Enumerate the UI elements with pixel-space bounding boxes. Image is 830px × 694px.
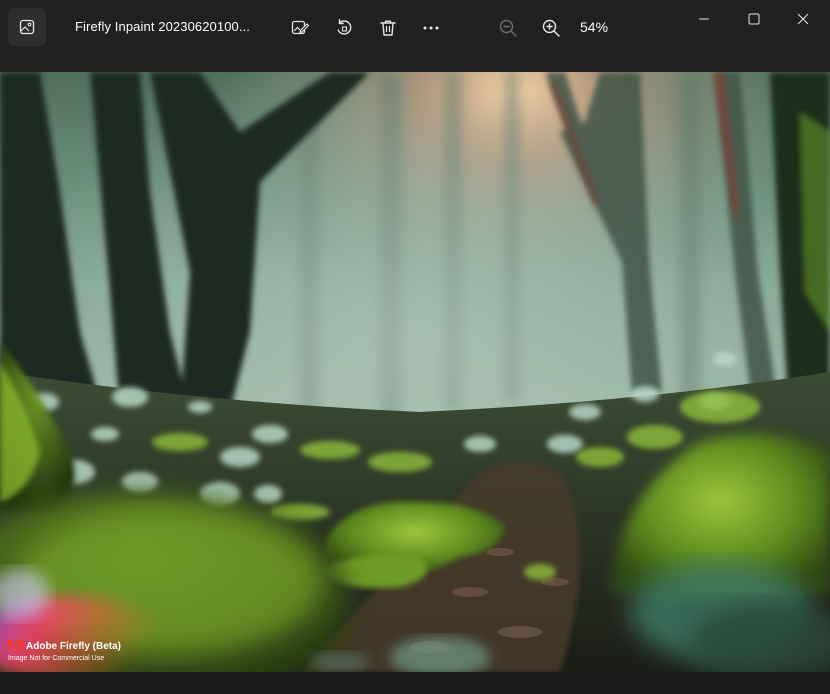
zoom-level[interactable]: 54% bbox=[580, 19, 608, 35]
photos-window: Firefly Inpaint 20230620100... 54% Adobe… bbox=[0, 0, 830, 694]
close-icon bbox=[797, 13, 809, 25]
delete-button[interactable] bbox=[374, 14, 402, 42]
rotate-button[interactable] bbox=[330, 14, 358, 42]
more-icon bbox=[423, 26, 439, 30]
close-button[interactable] bbox=[780, 4, 826, 34]
firefly-brand-text: Adobe Firefly (Beta) bbox=[26, 640, 122, 652]
maximize-icon bbox=[748, 13, 760, 25]
firefly-brand: Adobe Firefly (Beta) bbox=[8, 640, 121, 652]
image-icon bbox=[19, 19, 35, 35]
photos-app-icon[interactable] bbox=[8, 8, 46, 46]
title-bar: Firefly Inpaint 20230620100... 54% bbox=[0, 0, 830, 56]
minimize-icon bbox=[699, 18, 709, 20]
adobe-logo-icon bbox=[8, 640, 22, 652]
zoom-out-icon bbox=[499, 19, 517, 37]
commercial-use-note: Image Not for Commercial Use bbox=[8, 655, 105, 662]
window-title: Firefly Inpaint 20230620100... bbox=[75, 19, 251, 34]
zoom-in-icon bbox=[542, 19, 560, 37]
minimize-button[interactable] bbox=[681, 4, 727, 34]
more-options-button[interactable] bbox=[417, 14, 445, 42]
maximize-button[interactable] bbox=[731, 4, 777, 34]
zoom-in-button[interactable] bbox=[537, 14, 565, 42]
edit-image-button[interactable] bbox=[286, 14, 314, 42]
zoom-out-button[interactable] bbox=[494, 14, 522, 42]
bottom-bar bbox=[0, 672, 830, 694]
rotate-icon bbox=[337, 19, 352, 35]
edit-image-icon bbox=[291, 20, 310, 35]
delete-icon bbox=[380, 20, 396, 36]
